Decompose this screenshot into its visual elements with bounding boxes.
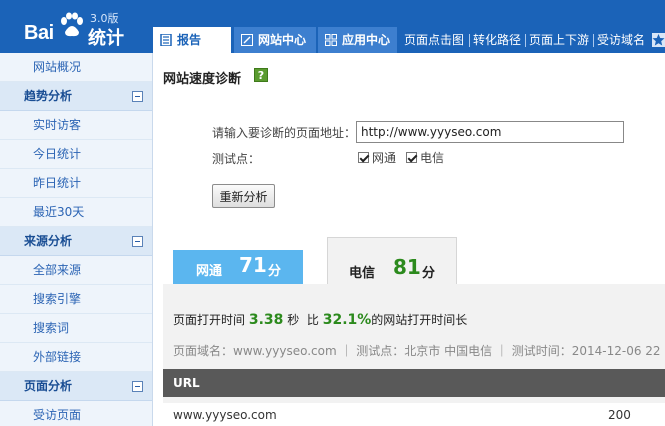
result-tab-score: 81 — [393, 255, 421, 279]
sidebar-item-external-links[interactable]: 外部链接 — [0, 343, 152, 372]
tab-app-center-label: 应用中心 — [342, 33, 391, 47]
sidebar-item-label: 全部来源 — [33, 263, 82, 277]
collapse-icon[interactable] — [132, 381, 143, 392]
sidebar-item-label: 最近30天 — [33, 205, 85, 219]
tab-report-label: 报告 — [177, 33, 202, 47]
result-tab-name: 网通 — [196, 264, 223, 279]
sidebar-item-label: 搜索引擎 — [33, 292, 82, 306]
logo-version: 3.0版 — [90, 12, 119, 25]
checkbox-label: 网通 — [372, 151, 397, 165]
result-tab-dianxin[interactable]: 电信 81 分 — [327, 237, 457, 284]
url-label: 请输入要诊断的页面地址： — [212, 126, 357, 140]
checkbox-checked-icon[interactable] — [406, 152, 417, 163]
sidebar-group-trend[interactable]: 趋势分析 — [0, 82, 152, 111]
test-meta-info: 页面域名：www.yyyseo.com ｜ 测试点：北京市 中国电信 ｜ 测试时… — [173, 344, 661, 358]
nav-separator — [525, 34, 526, 47]
sidebar-item-all-sources[interactable]: 全部来源 — [0, 256, 152, 285]
tab-app-center[interactable]: 应用中心 — [318, 27, 397, 53]
edit-icon — [241, 34, 253, 46]
sidebar-group-label: 趋势分析 — [24, 89, 73, 103]
test-point-label: 测试点： — [212, 152, 261, 166]
summary-prefix: 页面打开时间 — [173, 313, 246, 327]
report-icon — [160, 34, 172, 46]
url-table-header: URL — [163, 369, 665, 397]
sidebar-item-label: 网站概况 — [33, 60, 82, 74]
load-time-summary: 页面打开时间 3.38 秒 比 32.1%的网站打开时间长 — [173, 311, 467, 328]
baidu-tongji-logo[interactable]: Bai 统计 3.0版 — [22, 10, 150, 49]
sidebar-item-last30[interactable]: 最近30天 — [0, 198, 152, 227]
link-page-up-down[interactable]: 页面上下游 — [529, 27, 589, 53]
help-icon[interactable]: ? — [254, 68, 268, 82]
top-header: Bai 统计 3.0版 报告 网站中心 应用中心 页面点击图 转化路径 页面上下… — [0, 0, 665, 53]
compare-percent: 32.1% — [322, 312, 372, 328]
result-tab-score: 71 — [239, 253, 267, 277]
main-content: 网站速度诊断 ? 请输入要诊断的页面地址： 测试点： 网通 电信 重新分析 网通… — [153, 53, 665, 426]
nav-separator — [469, 34, 470, 47]
sidebar: 网站概况 趋势分析 实时访客 今日统计 昨日统计 最近30天 来源分析 全部来源… — [0, 53, 153, 426]
page-title: 网站速度诊断 — [163, 72, 242, 87]
sidebar-item-yesterday[interactable]: 昨日统计 — [0, 169, 152, 198]
sidebar-item-visited-pages[interactable]: 受访页面 — [0, 401, 152, 426]
sidebar-item-label: 受访页面 — [33, 408, 82, 422]
row-status-code: 200 — [608, 408, 631, 422]
summary-suffix: 的网站打开时间长 — [371, 313, 468, 327]
star-icon[interactable] — [652, 33, 665, 47]
collapse-icon[interactable] — [132, 236, 143, 247]
sidebar-group-source[interactable]: 来源分析 — [0, 227, 152, 256]
tab-site-center[interactable]: 网站中心 — [234, 27, 316, 53]
row-url[interactable]: www.yyyseo.com — [173, 408, 277, 422]
checkbox-label: 电信 — [420, 151, 445, 165]
reanalyze-button[interactable]: 重新分析 — [212, 184, 275, 208]
checkbox-checked-icon[interactable] — [358, 152, 369, 163]
sidebar-group-label: 来源分析 — [24, 234, 73, 248]
sidebar-item-label: 搜索词 — [33, 321, 70, 335]
link-page-click-map[interactable]: 页面点击图 — [404, 27, 464, 53]
grid-icon — [325, 34, 337, 46]
url-input[interactable] — [356, 121, 624, 143]
sidebar-item-today[interactable]: 今日统计 — [0, 140, 152, 169]
result-tab-unit: 分 — [422, 266, 436, 281]
link-conversion-path[interactable]: 转化路径 — [473, 27, 521, 53]
sidebar-item-label: 今日统计 — [33, 147, 82, 161]
tab-site-center-label: 网站中心 — [258, 33, 307, 47]
result-tab-name: 电信 — [349, 266, 376, 281]
sidebar-item-label: 实时访客 — [33, 118, 82, 132]
compare-prefix: 比 — [306, 313, 319, 327]
load-time-value: 3.38 — [248, 312, 284, 328]
sidebar-item-label: 昨日统计 — [33, 176, 82, 190]
sidebar-item-realtime[interactable]: 实时访客 — [0, 111, 152, 140]
sidebar-item-label: 外部链接 — [33, 350, 82, 364]
paw-icon — [61, 12, 83, 37]
collapse-icon[interactable] — [132, 91, 143, 102]
link-visited-domains[interactable]: 受访域名 — [597, 27, 645, 53]
nav-separator — [593, 34, 594, 47]
logo-brand: Bai — [24, 22, 54, 44]
sidebar-group-page[interactable]: 页面分析 — [0, 372, 152, 401]
sidebar-item-site-overview[interactable]: 网站概况 — [0, 53, 152, 82]
result-tab-unit: 分 — [268, 264, 282, 279]
tab-report[interactable]: 报告 — [153, 27, 231, 53]
table-row: www.yyyseo.com 200 — [163, 403, 665, 426]
top-nav-tabs: 报告 网站中心 应用中心 页面点击图 转化路径 页面上下游 受访域名 — [153, 27, 665, 53]
sidebar-item-search-terms[interactable]: 搜索词 — [0, 314, 152, 343]
sidebar-item-search-engines[interactable]: 搜索引擎 — [0, 285, 152, 314]
sidebar-group-label: 页面分析 — [24, 379, 73, 393]
load-time-unit: 秒 — [287, 313, 300, 327]
result-tab-wangtong[interactable]: 网通 71 分 — [173, 250, 303, 284]
logo-product: 统计 — [88, 28, 124, 49]
